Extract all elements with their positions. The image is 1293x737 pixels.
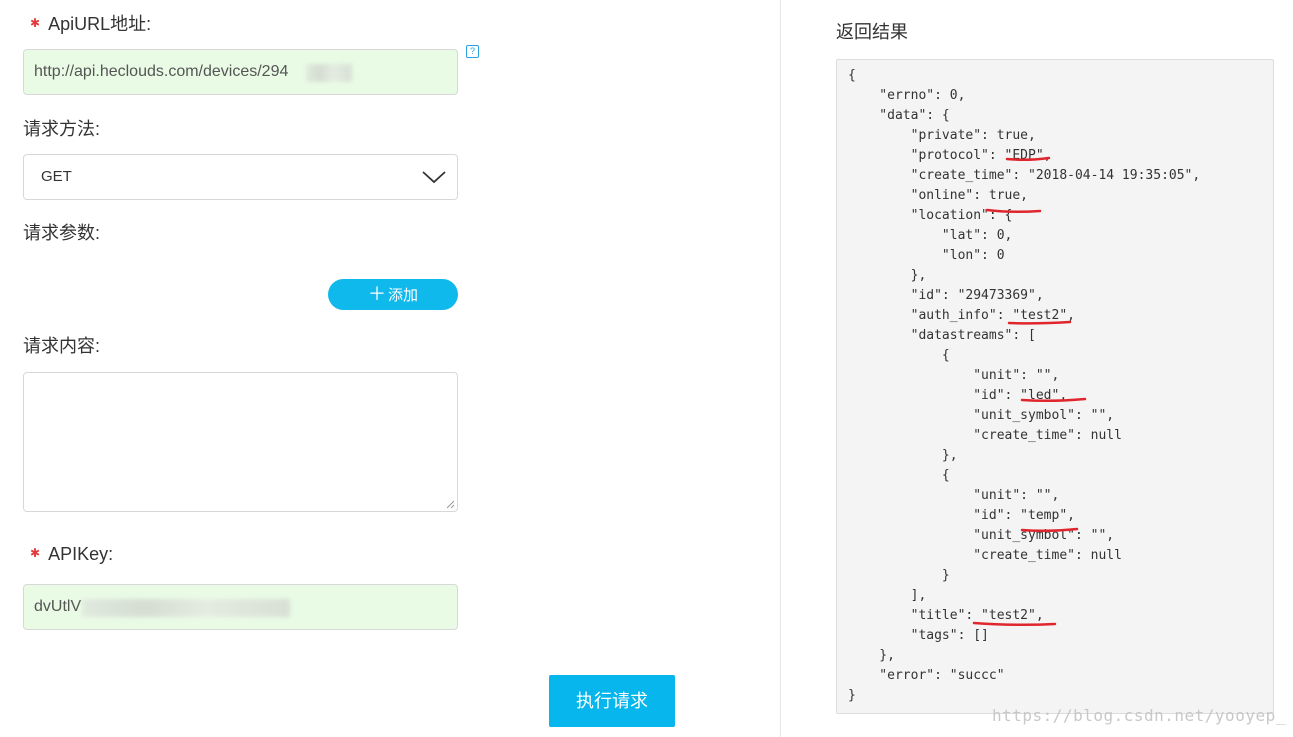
result-panel[interactable]: { "errno": 0, "data": { "private": true,… <box>836 59 1274 714</box>
apikey-value: dvUtlV <box>34 598 82 615</box>
result-title: 返回结果 <box>836 22 908 42</box>
required-asterisk-icon: ✱ <box>30 546 41 560</box>
body-textarea[interactable] <box>23 372 458 512</box>
method-select[interactable]: GET <box>23 154 458 200</box>
method-label: 请求方法: <box>23 119 101 139</box>
redacted-blur <box>82 599 290 617</box>
help-icon[interactable]: ? <box>466 45 479 58</box>
panel-divider <box>780 0 781 737</box>
api-url-input[interactable]: http://api.heclouds.com/devices/294 <box>23 49 458 95</box>
params-label: 请求参数: <box>23 223 101 243</box>
add-param-button[interactable]: ＋添加 <box>328 279 458 310</box>
add-button-label: 添加 <box>387 287 418 304</box>
plus-icon: ＋ <box>367 284 386 304</box>
api-url-value: http://api.heclouds.com/devices/294 <box>34 63 289 80</box>
apikey-label: ✱ APIKey: <box>30 544 113 565</box>
apikey-input[interactable]: dvUtlV <box>23 584 458 630</box>
redacted-blur <box>306 64 352 82</box>
required-asterisk-icon: ✱ <box>30 16 41 30</box>
method-selected-value: GET <box>41 168 72 185</box>
api-url-label: ✱ ApiURL地址: <box>30 10 151 36</box>
result-json: { "errno": 0, "data": { "private": true,… <box>848 68 1201 703</box>
chevron-down-icon <box>422 171 446 184</box>
api-url-label-text: ApiURL地址: <box>48 14 152 34</box>
body-label: 请求内容: <box>23 336 101 356</box>
watermark: https://blog.csdn.net/yooyep_ <box>992 706 1286 725</box>
run-request-button[interactable]: 执行请求 <box>549 675 675 727</box>
resize-grip-icon[interactable] <box>445 499 455 509</box>
apikey-label-text: APIKey: <box>48 544 114 564</box>
